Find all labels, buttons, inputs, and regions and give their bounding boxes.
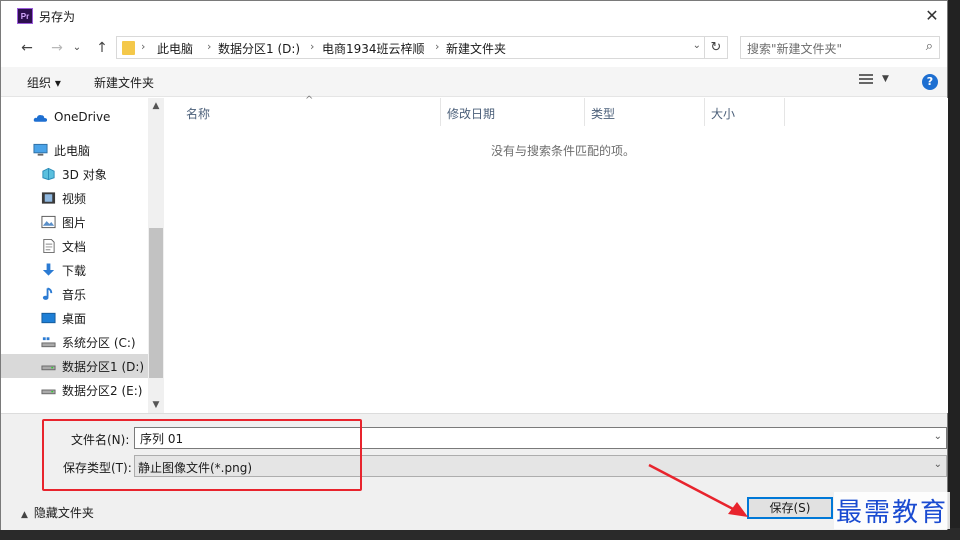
sidebar-item-label: 文档 — [62, 240, 87, 254]
sidebar-item-label: 音乐 — [62, 288, 87, 302]
search-input[interactable] — [745, 39, 919, 58]
sidebar-item-label: 系统分区 (C:) — [62, 336, 136, 350]
search-box[interactable]: ⌕ — [740, 36, 940, 59]
column-label: 大小 — [711, 107, 736, 121]
sidebar-item-this-pc[interactable]: 此电脑 — [1, 138, 148, 162]
new-folder-button[interactable]: 新建文件夹 — [94, 74, 154, 91]
column-label: 修改日期 — [447, 107, 496, 121]
sidebar-item-label: 图片 — [62, 216, 87, 230]
filetype-label: 保存类型(T): — [63, 461, 132, 475]
column-header-type[interactable]: 类型 — [585, 98, 704, 126]
sidebar-item-music[interactable]: 音乐 — [1, 282, 148, 306]
hide-folders-label: 隐藏文件夹 — [33, 506, 94, 520]
music-icon — [42, 287, 53, 300]
sidebar-item-3d-objects[interactable]: 3D 对象 — [1, 162, 148, 186]
search-icon[interactable]: ⌕ — [926, 39, 933, 54]
filetype-value: 静止图像文件(*.png) — [138, 461, 253, 475]
navigation-pane: OneDrive 此电脑 3D 对象 视频 图片 文档 下载 音乐 桌面 系统分… — [1, 98, 164, 413]
command-toolbar: 组织 ▾ 新建文件夹 ▼ ? — [1, 67, 947, 97]
drive-icon — [41, 389, 56, 395]
scroll-down-icon[interactable]: ▼ — [148, 400, 164, 410]
sidebar-item-label: OneDrive — [54, 110, 111, 124]
sidebar-item-label: 数据分区2 (E:) — [62, 384, 143, 398]
organize-button[interactable]: 组织 ▾ — [27, 74, 61, 91]
filename-field[interactable]: ⌄ — [134, 427, 947, 449]
sidebar-item-label: 3D 对象 — [62, 168, 107, 182]
sidebar-item-label: 数据分区1 (D:) — [62, 360, 145, 374]
video-icon — [41, 192, 56, 204]
address-dropdown-icon[interactable]: ⌄ — [693, 40, 701, 51]
computer-icon — [33, 143, 48, 156]
sidebar-item-desktop[interactable]: 桌面 — [1, 306, 148, 330]
save-button[interactable]: 保存(S) — [747, 497, 833, 519]
sidebar-item-videos[interactable]: 视频 — [1, 186, 148, 210]
column-header-name[interactable]: ^ 名称 — [165, 95, 440, 126]
breadcrumb-separator: › — [207, 40, 212, 53]
desktop-icon — [41, 312, 56, 324]
sidebar-item-documents[interactable]: 文档 — [1, 234, 148, 258]
breadcrumb-class-folder[interactable]: 电商1934班云梓顺 — [322, 40, 425, 57]
column-divider[interactable] — [784, 98, 785, 126]
view-dropdown-icon[interactable]: ▼ — [882, 74, 889, 84]
sidebar-item-label: 此电脑 — [54, 144, 91, 158]
documents-icon — [43, 239, 55, 253]
sidebar-item-downloads[interactable]: 下载 — [1, 258, 148, 282]
sidebar-item-onedrive[interactable]: OneDrive — [1, 106, 148, 130]
folder-icon — [122, 41, 135, 55]
filename-label: 文件名(N): — [71, 433, 130, 447]
system-drive-icon — [41, 337, 56, 348]
sidebar-item-drive-c[interactable]: 系统分区 (C:) — [1, 330, 148, 354]
close-button[interactable]: ✕ — [917, 1, 947, 31]
drive-icon — [41, 365, 56, 371]
address-bar[interactable]: › 此电脑 › 数据分区1 (D:) › 电商1934班云梓顺 › 新建文件夹 … — [116, 36, 728, 59]
recent-locations-button[interactable]: ⌄ — [71, 37, 83, 59]
column-label: 类型 — [591, 107, 616, 121]
breadcrumb-separator: › — [435, 40, 440, 53]
sidebar-item-drive-e[interactable]: 数据分区2 (E:) — [1, 378, 148, 402]
filename-input[interactable] — [138, 430, 922, 446]
background-app-strip — [948, 0, 960, 540]
download-icon — [42, 263, 55, 276]
breadcrumb-separator: › — [141, 40, 146, 53]
filetype-dropdown[interactable]: 静止图像文件(*.png) ⌄ — [134, 455, 947, 477]
save-options-panel: 文件名(N): ⌄ 保存类型(T): 静止图像文件(*.png) ⌄ ▲ 隐藏文件… — [1, 413, 947, 530]
chevron-down-icon[interactable]: ⌄ — [934, 431, 942, 442]
chevron-up-icon: ▲ — [21, 510, 28, 520]
breadcrumb-new-folder[interactable]: 新建文件夹 — [446, 40, 506, 57]
column-header-size[interactable]: 大小 — [705, 98, 784, 126]
help-icon[interactable]: ? — [922, 74, 938, 90]
file-list: ^ 名称 修改日期 类型 大小 没有与搜索条件匹配的项。 — [165, 95, 948, 413]
column-label: 名称 — [186, 107, 211, 121]
scroll-up-icon[interactable]: ▲ — [148, 101, 164, 111]
column-header-date[interactable]: 修改日期 — [441, 98, 584, 126]
refresh-icon[interactable]: ↻ — [704, 37, 727, 58]
sidebar-item-label: 视频 — [62, 192, 87, 206]
cloud-icon — [33, 115, 48, 122]
pictures-icon — [41, 215, 56, 229]
forward-button[interactable]: → — [47, 37, 67, 59]
chevron-down-icon[interactable]: ⌄ — [934, 459, 942, 470]
dialog-title: 另存为 — [39, 10, 76, 24]
breadcrumb-separator: › — [310, 40, 315, 53]
watermark-text: 最需教育 — [834, 492, 951, 529]
sort-ascending-icon: ^ — [305, 95, 314, 106]
breadcrumb-this-pc[interactable]: 此电脑 — [157, 40, 193, 57]
3d-objects-icon — [42, 167, 55, 181]
premiere-app-icon: Pr — [17, 8, 33, 24]
sidebar-item-pictures[interactable]: 图片 — [1, 210, 148, 234]
up-button[interactable]: ↑ — [92, 37, 112, 59]
scroll-thumb[interactable] — [149, 228, 163, 378]
view-options-icon[interactable] — [859, 74, 873, 86]
sidebar-item-label: 桌面 — [62, 312, 87, 326]
title-bar: Pr 另存为 ✕ — [1, 1, 947, 31]
save-as-dialog: Pr 另存为 ✕ ← → ⌄ ↑ › 此电脑 › 数据分区1 (D:) › 电商… — [0, 0, 948, 530]
breadcrumb-drive-d[interactable]: 数据分区1 (D:) — [218, 40, 300, 57]
hide-folders-toggle[interactable]: ▲ 隐藏文件夹 — [21, 504, 94, 521]
sidebar-item-label: 下载 — [62, 264, 87, 278]
sidebar-item-drive-d[interactable]: 数据分区1 (D:) — [1, 354, 148, 378]
empty-results-message: 没有与搜索条件匹配的项。 — [490, 144, 635, 158]
navigation-scrollbar[interactable]: ▲ ▼ — [148, 98, 164, 413]
back-button[interactable]: ← — [17, 37, 37, 59]
